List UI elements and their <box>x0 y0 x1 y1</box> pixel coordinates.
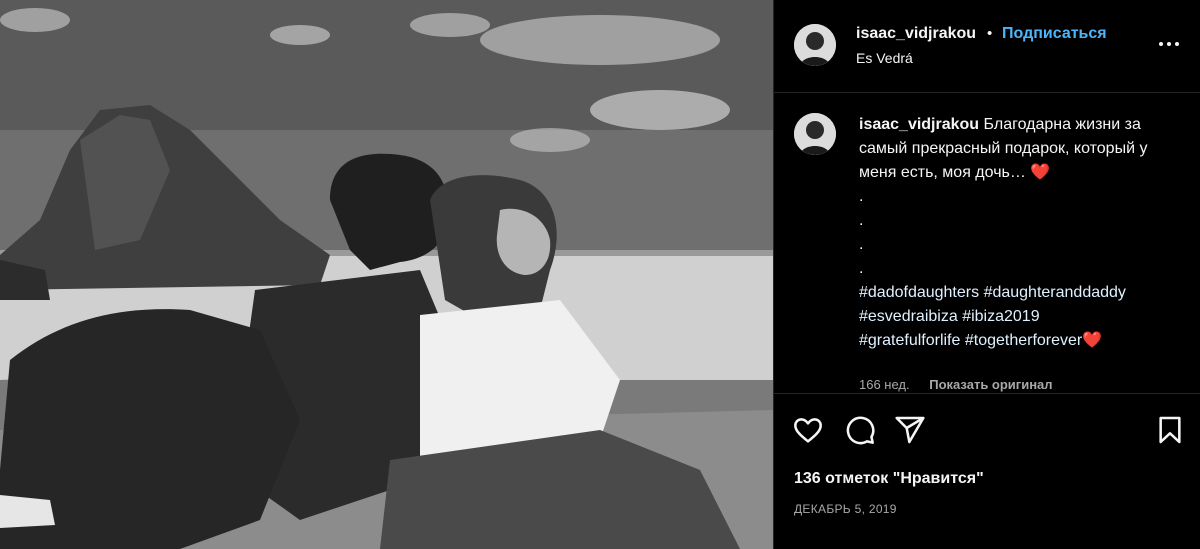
header-username[interactable]: isaac_vidjrakou <box>856 25 976 43</box>
bookmark-icon-svg <box>1159 416 1181 444</box>
caption-dot: . <box>859 236 864 253</box>
hashtag-link[interactable]: #daughteranddaddy <box>984 284 1126 301</box>
post-photo[interactable] <box>0 0 773 549</box>
hashtag-link[interactable]: #togetherforever <box>965 332 1082 349</box>
caption-avatar-image <box>794 113 836 155</box>
photo-scene <box>0 0 773 549</box>
post-header: isaac_vidjrakou • Подписаться Es Vedrá <box>774 0 1200 93</box>
post-date: ДЕКАБРЬ 5, 2019 <box>794 502 897 516</box>
share-icon[interactable] <box>894 414 926 446</box>
hashtag-link[interactable]: #dadofdaughters <box>859 284 979 301</box>
more-dot <box>1175 42 1179 46</box>
more-dot <box>1159 42 1163 46</box>
post-side-panel: isaac_vidjrakou • Подписаться Es Vedrá i… <box>773 0 1200 549</box>
avatar[interactable] <box>794 24 836 66</box>
comment-icon-svg <box>846 416 875 445</box>
caption-avatar[interactable] <box>794 113 836 155</box>
avatar-image <box>794 24 836 66</box>
follow-button[interactable]: Подписаться <box>1002 25 1107 43</box>
comment-icon[interactable] <box>844 414 876 446</box>
hashtag-link[interactable]: #esvedraibiza <box>859 308 958 325</box>
hashtag-line: #dadofdaughters #daughteranddaddy <box>859 281 1189 305</box>
more-dot <box>1167 42 1171 46</box>
hashtag-link[interactable]: #ibiza2019 <box>962 308 1039 325</box>
likes-count[interactable]: 136 отметок "Нравится" <box>794 470 984 488</box>
location-link[interactable]: Es Vedrá <box>856 50 913 66</box>
header-separator: • <box>987 25 993 42</box>
heart-icon-svg <box>794 418 822 443</box>
heart-emoji: ❤️ <box>1082 332 1103 349</box>
caption-dot: . <box>859 212 864 229</box>
share-icon-svg <box>895 416 925 444</box>
post-actions: 136 отметок "Нравится" ДЕКАБРЬ 5, 2019 <box>774 393 1200 549</box>
caption-username[interactable]: isaac_vidjrakou <box>859 116 979 133</box>
show-original-button[interactable]: Показать оригинал <box>929 377 1052 392</box>
caption-area: isaac_vidjrakou Благодарна жизни за самы… <box>774 93 1200 393</box>
caption-meta: 166 нед. Показать оригинал <box>859 377 1053 392</box>
hashtag-line: #esvedraibiza #ibiza2019 <box>859 305 1189 329</box>
bookmark-icon[interactable] <box>1154 414 1186 446</box>
caption-dot: . <box>859 260 864 277</box>
caption-text: isaac_vidjrakou Благодарна жизни за самы… <box>859 113 1189 353</box>
caption-dot: . <box>859 188 864 205</box>
heart-emoji: ❤️ <box>1030 164 1051 181</box>
more-options-icon[interactable] <box>1157 35 1181 53</box>
hashtag-link[interactable]: #gratefulforlife <box>859 332 960 349</box>
post-age: 166 нед. <box>859 377 910 392</box>
heart-icon[interactable] <box>792 414 824 446</box>
hashtag-line: #gratefulforlife #togetherforever❤️ <box>859 329 1189 353</box>
